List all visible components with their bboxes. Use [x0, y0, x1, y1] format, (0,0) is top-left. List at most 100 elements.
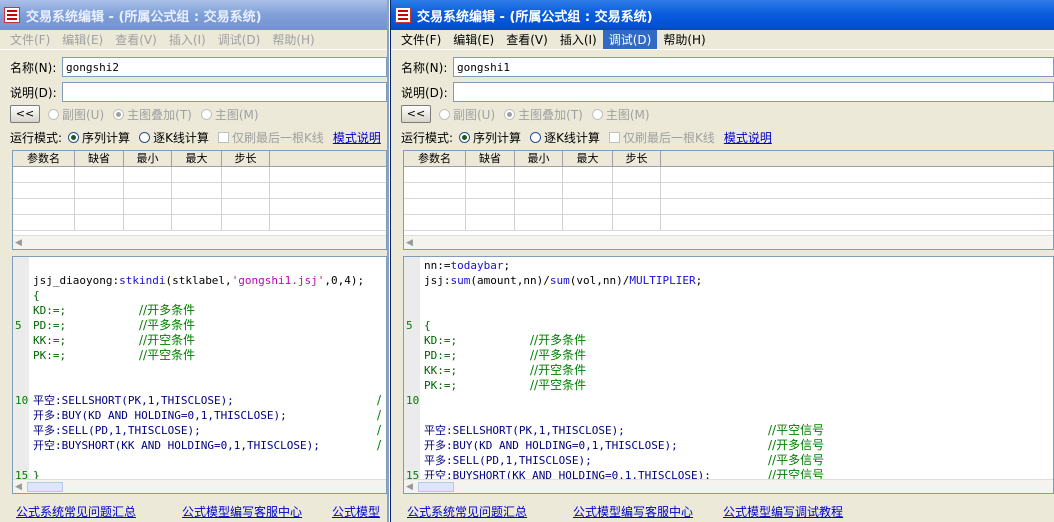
- col-max[interactable]: 最大: [172, 151, 222, 166]
- menu-insert[interactable]: 插入(I): [163, 30, 212, 49]
- radio-main-overlay[interactable]: 主图叠加(T): [504, 106, 583, 123]
- menu-edit[interactable]: 编辑(E): [56, 30, 109, 49]
- link-faq[interactable]: 公式系统常见问题汇总: [407, 503, 527, 520]
- name-input[interactable]: [453, 57, 1054, 77]
- mode-help-link[interactable]: 模式说明: [724, 129, 772, 146]
- table-row[interactable]: [404, 215, 1053, 231]
- table-row[interactable]: [404, 167, 1053, 183]
- menu-help[interactable]: 帮助(H): [657, 30, 711, 49]
- code-line[interactable]: nn:=todaybar;: [424, 258, 1053, 273]
- description-input[interactable]: [62, 82, 387, 102]
- code-line[interactable]: 开多:BUY(KD AND HOLDING=0,1,THISCLOSE); /: [33, 408, 386, 423]
- scroll-left-icon[interactable]: ◀: [406, 238, 413, 248]
- title-bar[interactable]: 交易系统编辑 - (所属公式组 : 交易系统): [0, 0, 387, 30]
- collapse-button[interactable]: <<: [10, 105, 40, 123]
- link-tutorial[interactable]: 公式模型: [332, 503, 380, 520]
- menu-insert[interactable]: 插入(I): [554, 30, 603, 49]
- table-row[interactable]: [404, 199, 1053, 215]
- radio-label: 主图叠加(T): [127, 107, 192, 122]
- link-tutorial[interactable]: 公式模型编写调试教程: [723, 503, 843, 520]
- table-row[interactable]: [13, 183, 386, 199]
- table-row[interactable]: [13, 199, 386, 215]
- menu-help[interactable]: 帮助(H): [266, 30, 320, 49]
- checkbox-label: 仅刷最后一根K线: [231, 130, 324, 145]
- col-default[interactable]: 缺省: [75, 151, 124, 166]
- radio-main-overlay[interactable]: 主图叠加(T): [113, 106, 192, 123]
- table-row[interactable]: [13, 215, 386, 231]
- col-max[interactable]: 最大: [563, 151, 613, 166]
- description-input[interactable]: [453, 82, 1054, 102]
- col-step[interactable]: 步长: [613, 151, 661, 166]
- menu-view[interactable]: 查看(V): [109, 30, 163, 49]
- link-faq[interactable]: 公式系统常见问题汇总: [16, 503, 136, 520]
- code-line[interactable]: PK:=;//平空条件: [424, 378, 1053, 393]
- menu-debug[interactable]: 调试(D): [212, 30, 267, 49]
- menu-debug[interactable]: 调试(D): [602, 30, 658, 49]
- table-row[interactable]: [404, 183, 1053, 199]
- code-line[interactable]: {: [33, 288, 386, 303]
- menu-bar: 文件(F) 编辑(E) 查看(V) 插入(I) 调试(D) 帮助(H): [391, 30, 1054, 50]
- table-row[interactable]: [13, 167, 386, 183]
- col-min[interactable]: 最小: [515, 151, 563, 166]
- menu-edit[interactable]: 编辑(E): [447, 30, 500, 49]
- code-line[interactable]: 开多:BUY(KD AND HOLDING=0,1,THISCLOSE);//开…: [424, 438, 1053, 453]
- code-line[interactable]: KK:=;//开空条件: [33, 333, 386, 348]
- link-support[interactable]: 公式模型编写客服中心: [182, 503, 302, 520]
- code-line[interactable]: jsj:sum(amount,nn)/sum(vol,nn)/MULTIPLIE…: [424, 273, 1053, 288]
- name-input[interactable]: [62, 57, 387, 77]
- code-editor[interactable]: 5 10 15 nn:=todaybar; jsj:sum(amount,nn)…: [403, 256, 1054, 494]
- menu-view[interactable]: 查看(V): [500, 30, 554, 49]
- parameter-table[interactable]: 参数名 缺省 最小 最大 步长 ◀: [12, 150, 387, 250]
- radio-sub-chart[interactable]: 副图(U): [48, 106, 104, 123]
- radio-sub-chart[interactable]: 副图(U): [439, 106, 495, 123]
- window-title: 交易系统编辑 - (所属公式组 : 交易系统): [417, 9, 653, 25]
- radio-per-bar[interactable]: 逐K线计算: [530, 129, 600, 146]
- formula-editor-window-gongshi2[interactable]: 交易系统编辑 - (所属公式组 : 交易系统) 文件(F) 编辑(E) 查看(V…: [0, 0, 389, 522]
- code-line[interactable]: 平空:SELLSHORT(PK,1,THISCLOSE); /: [33, 393, 386, 408]
- col-param-name[interactable]: 参数名: [13, 151, 75, 166]
- code-line[interactable]: jsj_diaoyong:stkindi(stklabel,'gongshi1.…: [33, 273, 386, 288]
- code-line[interactable]: PK:=;//平空条件: [33, 348, 386, 363]
- collapse-button[interactable]: <<: [401, 105, 431, 123]
- code-line[interactable]: PD:=;//平多条件: [33, 318, 386, 333]
- table-horizontal-scrollbar[interactable]: ◀: [404, 235, 1053, 249]
- code-line[interactable]: KD:=;//开多条件: [424, 333, 1053, 348]
- radio-main-chart[interactable]: 主图(M): [591, 106, 650, 123]
- radio-sequential[interactable]: 序列计算: [68, 129, 130, 146]
- name-row: 名称(N):: [0, 56, 387, 78]
- code-line[interactable]: 平多:SELL(PD,1,THISCLOSE); /: [33, 423, 386, 438]
- radio-sequential[interactable]: 序列计算: [459, 129, 521, 146]
- menu-file[interactable]: 文件(F): [4, 30, 56, 49]
- editor-horizontal-scrollbar[interactable]: ◀: [404, 479, 1053, 493]
- code-line[interactable]: 平空:SELLSHORT(PK,1,THISCLOSE);//平空信号: [424, 423, 1053, 438]
- code-line[interactable]: KK:=;//开空条件: [424, 363, 1053, 378]
- formula-editor-window-gongshi1[interactable]: 交易系统编辑 - (所属公式组 : 交易系统) 文件(F) 编辑(E) 查看(V…: [390, 0, 1054, 522]
- code-line[interactable]: {: [424, 318, 1053, 333]
- table-horizontal-scrollbar[interactable]: ◀: [13, 235, 386, 249]
- scroll-thumb[interactable]: [418, 482, 454, 492]
- code-line[interactable]: 开空:BUYSHORT(KK AND HOLDING=0,1,THISCLOSE…: [33, 438, 386, 453]
- scroll-thumb[interactable]: [27, 482, 63, 492]
- code-editor[interactable]: 5 10 15 jsj_diaoyong:stkindi(stklabel,'g…: [12, 256, 387, 494]
- col-step[interactable]: 步长: [222, 151, 270, 166]
- col-default[interactable]: 缺省: [466, 151, 515, 166]
- last-bar-checkbox[interactable]: 仅刷最后一根K线: [217, 129, 324, 146]
- code-line[interactable]: KD:=;//开多条件: [33, 303, 386, 318]
- radio-main-chart[interactable]: 主图(M): [200, 106, 259, 123]
- col-param-name[interactable]: 参数名: [404, 151, 466, 166]
- last-bar-checkbox[interactable]: 仅刷最后一根K线: [608, 129, 715, 146]
- menu-file[interactable]: 文件(F): [395, 30, 447, 49]
- title-bar[interactable]: 交易系统编辑 - (所属公式组 : 交易系统): [391, 0, 1054, 30]
- scroll-left-icon[interactable]: ◀: [406, 482, 413, 492]
- scroll-left-icon[interactable]: ◀: [15, 238, 22, 248]
- scroll-left-icon[interactable]: ◀: [15, 482, 22, 492]
- col-min[interactable]: 最小: [124, 151, 172, 166]
- link-support[interactable]: 公式模型编写客服中心: [573, 503, 693, 520]
- mode-help-link[interactable]: 模式说明: [333, 129, 381, 146]
- code-line[interactable]: 平多:SELL(PD,1,THISCLOSE);//平多信号: [424, 453, 1053, 468]
- code-line[interactable]: PD:=;//平多条件: [424, 348, 1053, 363]
- editor-horizontal-scrollbar[interactable]: ◀: [13, 479, 386, 493]
- radio-per-bar[interactable]: 逐K线计算: [139, 129, 209, 146]
- parameter-table[interactable]: 参数名 缺省 最小 最大 步长 ◀: [403, 150, 1054, 250]
- radio-circle-icon: [530, 131, 542, 143]
